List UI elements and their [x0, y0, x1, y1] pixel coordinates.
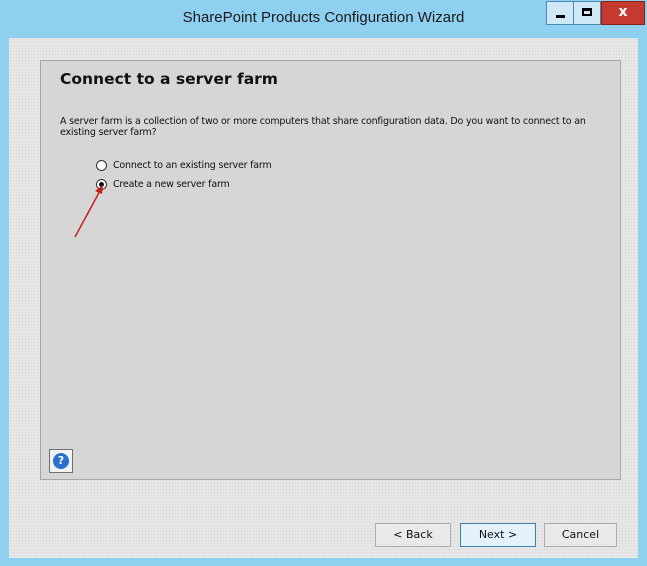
page-description: A server farm is a collection of two or … — [60, 116, 586, 138]
option-label: Connect to an existing server farm — [113, 159, 272, 171]
next-button[interactable]: Next > — [460, 523, 536, 547]
option-connect-existing[interactable]: Connect to an existing server farm — [96, 158, 272, 172]
cancel-button[interactable]: Cancel — [544, 523, 617, 547]
wizard-body: Connect to a server farm A server farm i… — [9, 38, 638, 558]
help-icon: ? — [53, 453, 69, 469]
maximize-button[interactable] — [573, 1, 601, 25]
red-arrow-icon — [74, 185, 103, 238]
close-button[interactable]: x — [601, 1, 645, 25]
wizard-window: SharePoint Products Configuration Wizard… — [0, 0, 647, 566]
maximize-icon — [582, 8, 592, 16]
help-button[interactable]: ? — [49, 449, 73, 473]
option-create-new[interactable]: Create a new server farm — [96, 177, 230, 191]
minimize-button[interactable] — [546, 1, 574, 25]
option-label: Create a new server farm — [113, 178, 230, 190]
back-button[interactable]: < Back — [375, 523, 451, 547]
page-title: Connect to a server farm — [60, 70, 278, 88]
title-bar[interactable]: SharePoint Products Configuration Wizard… — [0, 0, 647, 38]
content-panel: Connect to a server farm A server farm i… — [40, 60, 621, 480]
radio-connect-existing[interactable] — [96, 159, 107, 171]
close-icon: x — [618, 4, 628, 20]
minimize-icon — [556, 15, 565, 18]
